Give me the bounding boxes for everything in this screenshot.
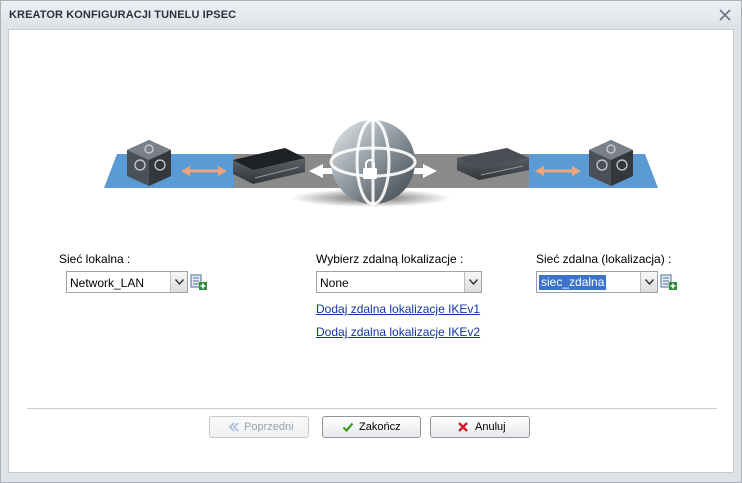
previous-button[interactable]: Poprzedni — [209, 416, 309, 438]
network-topology-illustration — [104, 118, 658, 207]
local-network-value: Network_LAN — [70, 276, 145, 290]
cancel-button-label: Anuluj — [475, 421, 506, 433]
x-icon — [457, 421, 469, 436]
remote-network-value: siec_zdalna — [539, 275, 607, 290]
add-remote-location-ikev2-link[interactable]: Dodaj zdalna lokalizacje IKEv2 — [316, 325, 480, 339]
internet-globe-icon — [329, 118, 417, 206]
chevron-down-icon[interactable] — [640, 272, 657, 292]
previous-button-label: Poprzedni — [244, 421, 294, 433]
local-network-select[interactable]: Network_LAN — [66, 271, 188, 293]
remote-location-label: Wybierz zdalną lokalizacje : — [316, 252, 464, 266]
remote-network-label: Sieć zdalna (lokalizacja) : — [536, 252, 672, 266]
footer-divider — [27, 408, 717, 409]
add-remote-network-icon[interactable] — [660, 273, 678, 291]
chevron-down-icon[interactable] — [170, 272, 187, 292]
cancel-button[interactable]: Anuluj — [430, 416, 530, 438]
remote-network-select[interactable]: siec_zdalna — [536, 271, 658, 293]
remote-location-value: None — [320, 276, 349, 290]
local-network-label: Sieć lokalna : — [59, 252, 131, 266]
finish-button-label: Zakończ — [359, 421, 401, 433]
add-local-network-icon[interactable] — [190, 273, 208, 291]
remote-location-select[interactable]: None — [316, 271, 482, 293]
dialog-titlebar: KREATOR KONFIGURACJI TUNELU IPSEC — [1, 1, 741, 29]
check-icon — [342, 421, 354, 436]
finish-button[interactable]: Zakończ — [322, 416, 421, 438]
dialog-content: Sieć lokalna : Network_LAN Wybierz zdaln… — [8, 29, 734, 473]
ipsec-wizard-dialog: KREATOR KONFIGURACJI TUNELU IPSEC Sieć l… — [0, 0, 742, 483]
close-icon[interactable] — [717, 7, 733, 23]
add-remote-location-ikev1-link[interactable]: Dodaj zdalna lokalizacje IKEv1 — [316, 302, 480, 316]
chevron-down-icon[interactable] — [464, 272, 481, 292]
double-chevron-left-icon — [228, 421, 240, 436]
dialog-title: KREATOR KONFIGURACJI TUNELU IPSEC — [9, 9, 237, 21]
